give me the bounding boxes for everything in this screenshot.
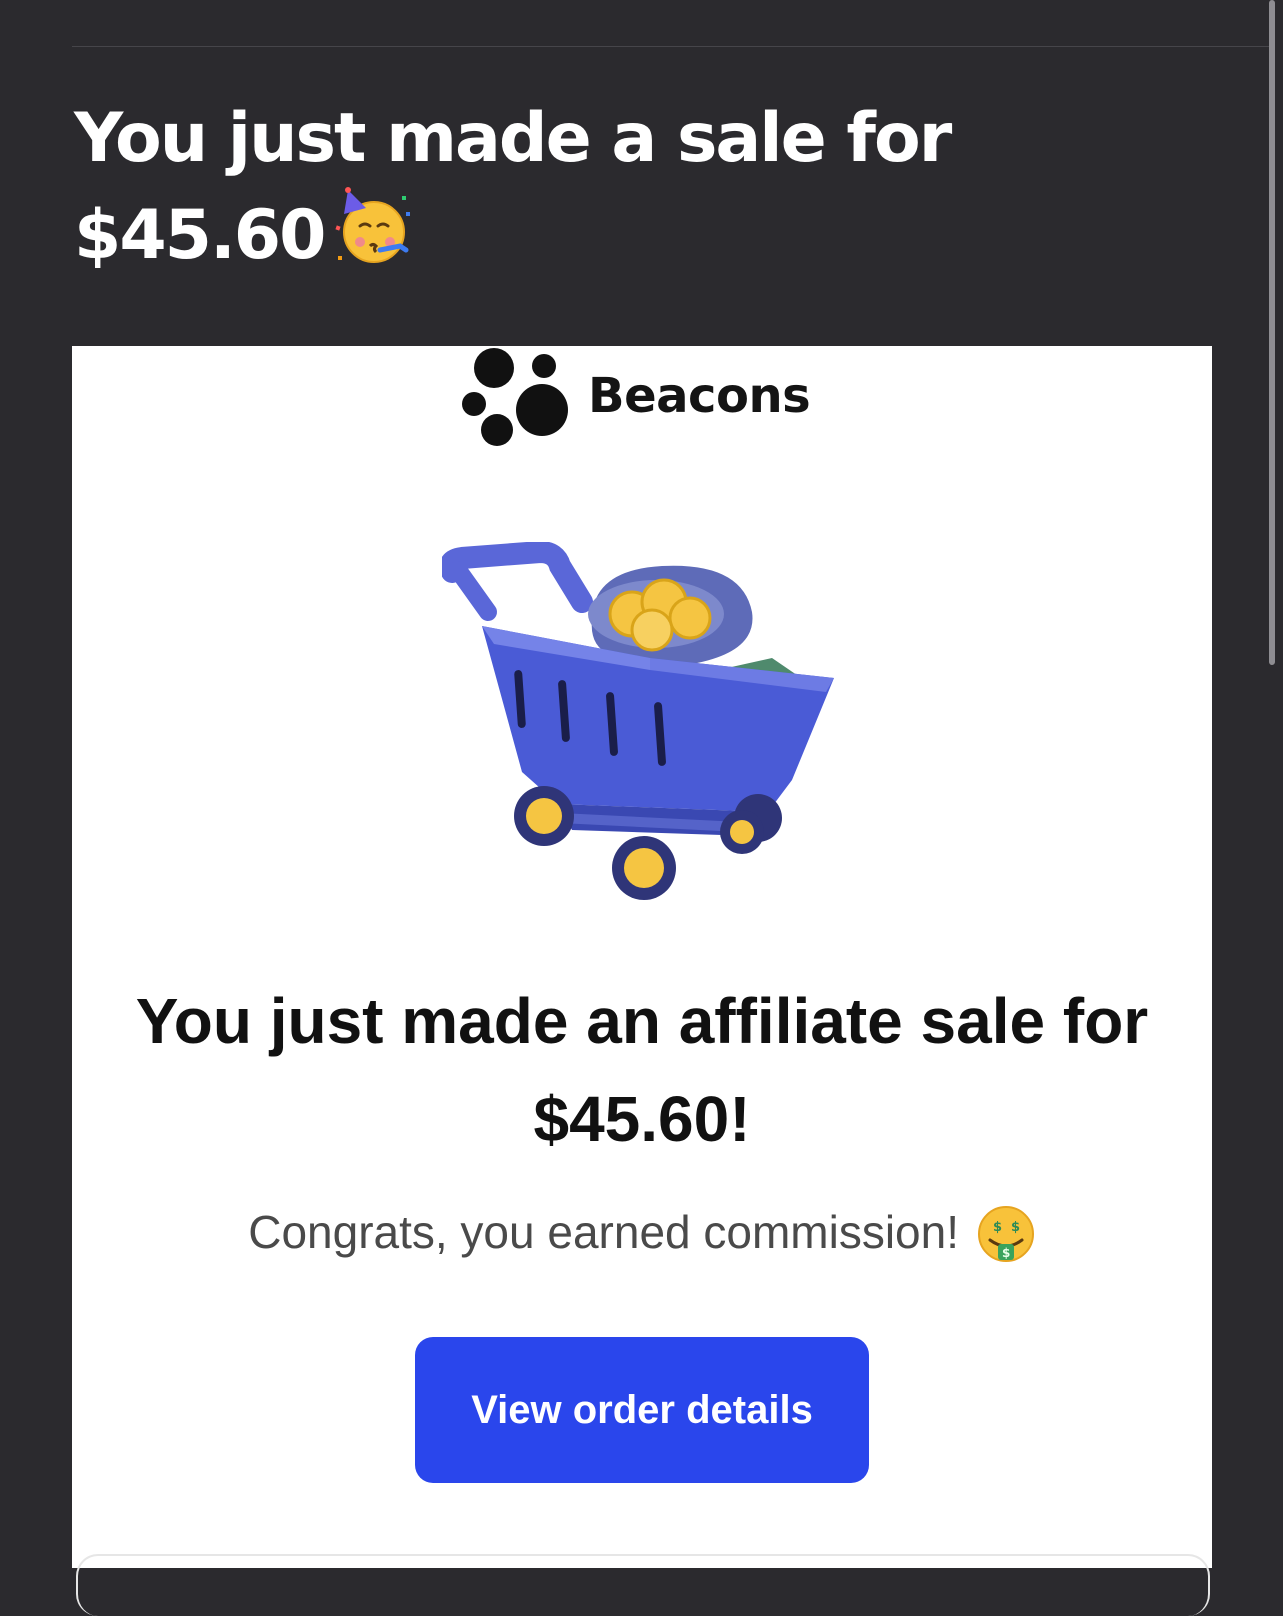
top-divider bbox=[72, 46, 1272, 47]
svg-text:$: $ bbox=[1011, 1220, 1020, 1235]
shopping-cart-with-money-icon bbox=[442, 542, 834, 900]
scrollbar[interactable] bbox=[1269, 0, 1275, 665]
commission-message: Congrats, you earned commission! $ $ $ bbox=[72, 1202, 1212, 1264]
beacons-logo-icon bbox=[462, 348, 568, 446]
headline: You just made an affiliate sale for $45.… bbox=[135, 985, 1149, 1155]
next-content-block bbox=[76, 1554, 1210, 1616]
brand-name: Beacons bbox=[588, 368, 811, 424]
money-mouth-face-icon: $ $ $ bbox=[977, 1206, 1034, 1262]
svg-text:$: $ bbox=[1002, 1246, 1010, 1260]
email-card: Beacons You just made an affiliate sale … bbox=[72, 346, 1212, 1616]
view-order-details-button[interactable]: View order details bbox=[415, 1337, 869, 1483]
partying-face-icon bbox=[335, 187, 411, 263]
email-subject-text: You just made a sale for $45.60 bbox=[74, 99, 952, 275]
svg-text:$: $ bbox=[993, 1220, 1002, 1235]
email-subject: You just made a sale for $45.60 bbox=[74, 92, 1204, 283]
brand-header: Beacons bbox=[458, 346, 838, 450]
commission-message-text: Congrats, you earned commission! bbox=[248, 1206, 959, 1258]
